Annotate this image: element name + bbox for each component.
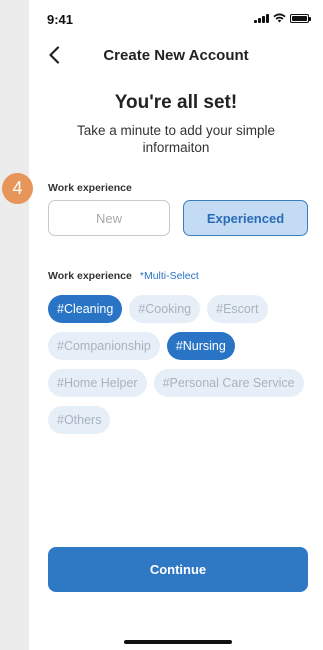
signal-icon xyxy=(254,13,269,23)
tag-row: #Home Helper #Personal Care Service xyxy=(48,369,318,397)
tag-personal-care-service[interactable]: #Personal Care Service xyxy=(153,369,304,397)
tag-home-helper[interactable]: #Home Helper xyxy=(48,369,147,397)
status-time: 9:41 xyxy=(47,12,74,27)
page-title: Create New Account xyxy=(103,47,249,64)
tag-row: #Companionship #Nursing xyxy=(48,332,318,360)
skills-label-row: Work experience *Multi-Select xyxy=(48,270,199,282)
status-bar: 9:41 xyxy=(29,0,323,32)
continue-button[interactable]: Continue xyxy=(48,547,308,592)
phone-screen: 9:41 Create New Account You're all set! … xyxy=(2,0,323,650)
heading: You're all set! xyxy=(114,92,238,113)
skills-label: Work experience xyxy=(48,270,132,282)
tag-others[interactable]: #Others xyxy=(48,406,111,434)
home-indicator xyxy=(124,640,232,644)
tag-companionship[interactable]: #Companionship xyxy=(48,332,160,360)
step-badge: 4 xyxy=(2,173,33,204)
tag-row: #Cleaning #Cooking #Escort xyxy=(48,295,318,323)
skill-tags: #Cleaning #Cooking #Escort #Companionshi… xyxy=(48,295,318,443)
experience-new-button[interactable]: New xyxy=(48,200,170,236)
tag-cooking[interactable]: #Cooking xyxy=(129,295,201,323)
multi-select-note: *Multi-Select xyxy=(139,270,199,282)
nav-bar: Create New Account xyxy=(29,40,323,70)
tag-cleaning[interactable]: #Cleaning xyxy=(48,295,123,323)
status-icons xyxy=(254,13,311,23)
tag-row: #Others xyxy=(48,406,318,434)
tag-escort[interactable]: #Escort xyxy=(207,295,268,323)
battery-icon xyxy=(290,14,311,23)
subheading: Take a minute to add your simple informa… xyxy=(76,123,276,155)
wifi-icon xyxy=(273,13,286,23)
tag-nursing[interactable]: #Nursing xyxy=(166,332,235,360)
experience-experienced-button[interactable]: Experienced xyxy=(183,200,308,236)
experience-label: Work experience xyxy=(48,182,132,194)
